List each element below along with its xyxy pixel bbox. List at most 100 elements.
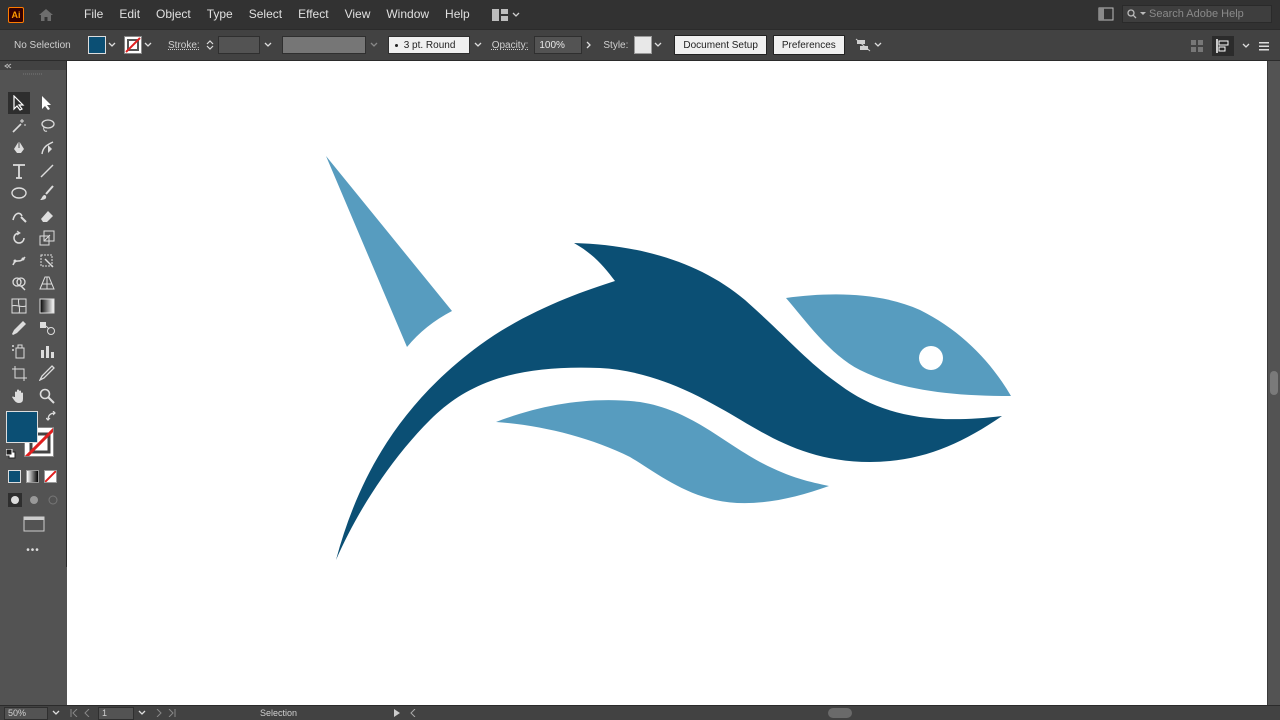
menu-edit[interactable]: Edit	[111, 0, 148, 29]
home-icon[interactable]	[36, 5, 56, 25]
artboard-canvas[interactable]	[67, 61, 1267, 705]
previous-artboard-icon[interactable]	[84, 709, 90, 717]
artboard-tool-button[interactable]	[8, 362, 30, 384]
preferences-button[interactable]: Preferences	[772, 35, 845, 55]
lasso-tool-button[interactable]	[36, 115, 58, 137]
opacity-label[interactable]: Opacity:	[492, 40, 529, 51]
mesh-tool-button[interactable]	[8, 295, 30, 317]
fish-body-shape[interactable]	[336, 243, 1002, 560]
draw-behind-icon[interactable]	[27, 493, 41, 507]
chevron-down-icon	[108, 42, 116, 47]
curvature-tool-button[interactable]	[36, 137, 58, 159]
column-graph-tool-button[interactable]	[36, 340, 58, 362]
stroke-weight-stepper[interactable]	[206, 35, 216, 55]
dorsal-fin-shape[interactable]	[326, 156, 452, 347]
menu-window[interactable]: Window	[378, 0, 437, 29]
shape-builder-tool-button[interactable]	[8, 272, 30, 294]
workspace-switcher-button[interactable]	[491, 8, 520, 21]
menu-view[interactable]: View	[337, 0, 379, 29]
blend-tool-button[interactable]	[36, 317, 58, 339]
pen-tool-button[interactable]	[8, 137, 30, 159]
variable-width-profile[interactable]	[281, 36, 366, 54]
scroll-left-icon[interactable]	[410, 709, 416, 717]
artboard-number-field[interactable]: 1	[98, 706, 134, 720]
status-menu-arrow-icon[interactable]	[394, 709, 400, 717]
draw-normal-icon[interactable]	[8, 493, 22, 507]
symbol-sprayer-tool-button[interactable]	[8, 340, 30, 362]
chevron-down-icon[interactable]	[138, 710, 146, 716]
screen-mode-icon[interactable]	[23, 516, 45, 532]
gradient-mode-icon[interactable]	[26, 470, 39, 483]
scrollbar-thumb[interactable]	[1270, 371, 1278, 395]
align-panel-button[interactable]	[1212, 36, 1234, 56]
brush-definition-field[interactable]: 3 pt. Round	[387, 36, 470, 54]
graphic-style-swatch[interactable]	[634, 36, 653, 54]
fill-swatch[interactable]	[88, 36, 106, 54]
opacity-input[interactable]: 100%	[534, 36, 583, 54]
opacity-expand-button[interactable]	[583, 36, 595, 54]
slice-tool-button[interactable]	[36, 362, 58, 384]
line-segment-tool-button[interactable]	[36, 160, 58, 182]
fish-logo-artwork[interactable]	[67, 61, 1267, 705]
zoom-field[interactable]: 50%	[4, 706, 48, 720]
align-to-button[interactable]	[855, 38, 882, 52]
eraser-tool-button[interactable]	[36, 205, 58, 227]
profile-dropdown-button[interactable]	[368, 36, 380, 54]
stroke-dropdown-button[interactable]	[142, 36, 154, 54]
menu-type[interactable]: Type	[199, 0, 241, 29]
zoom-tool-button[interactable]	[36, 385, 58, 407]
edit-toolbar-button[interactable]: •••	[0, 545, 66, 556]
menu-file[interactable]: File	[76, 0, 111, 29]
panel-grip[interactable]	[0, 70, 66, 78]
fill-box[interactable]	[6, 411, 38, 443]
brush-dropdown-button[interactable]	[472, 36, 484, 54]
default-fill-stroke-icon[interactable]	[6, 449, 16, 459]
chevron-down-icon	[370, 42, 378, 47]
stroke-swatch[interactable]	[124, 36, 142, 54]
none-mode-icon[interactable]	[44, 470, 57, 483]
scale-tool-button[interactable]	[36, 227, 58, 249]
search-input[interactable]: Search Adobe Help	[1122, 5, 1272, 23]
fish-eye-shape[interactable]	[919, 346, 943, 370]
next-artboard-icon[interactable]	[156, 709, 162, 717]
menu-help[interactable]: Help	[437, 0, 478, 29]
stroke-label[interactable]: Stroke:	[168, 40, 200, 51]
menu-object[interactable]: Object	[148, 0, 199, 29]
menu-select[interactable]: Select	[241, 0, 290, 29]
color-mode-icon[interactable]	[8, 470, 21, 483]
gradient-tool-button[interactable]	[36, 295, 58, 317]
chevron-down-icon	[264, 42, 272, 47]
stroke-weight-input[interactable]	[217, 36, 260, 54]
direct-selection-tool-button[interactable]	[36, 92, 58, 114]
shaper-tool-button[interactable]	[8, 205, 30, 227]
rotate-tool-button[interactable]	[8, 227, 30, 249]
chevron-down-icon[interactable]	[1242, 43, 1250, 49]
menu-effect[interactable]: Effect	[290, 0, 336, 29]
type-tool-button[interactable]	[8, 160, 30, 182]
transform-icon[interactable]	[1190, 39, 1204, 53]
eyedropper-tool-button[interactable]	[8, 317, 30, 339]
panel-menu-icon[interactable]	[1258, 40, 1270, 52]
last-artboard-icon[interactable]	[168, 709, 176, 717]
stroke-weight-dropdown-button[interactable]	[262, 36, 274, 54]
paintbrush-tool-button[interactable]	[36, 182, 58, 204]
puppet-warp-tool-button[interactable]	[8, 250, 30, 272]
swap-fill-stroke-icon[interactable]	[46, 411, 58, 423]
tools-panel-header[interactable]	[0, 61, 66, 70]
selection-tool-button[interactable]	[8, 92, 30, 114]
first-artboard-icon[interactable]	[70, 709, 78, 717]
vertical-scrollbar[interactable]	[1267, 61, 1280, 705]
fill-dropdown-button[interactable]	[106, 36, 118, 54]
ellipse-tool-button[interactable]	[8, 182, 30, 204]
magic-wand-tool-button[interactable]	[8, 115, 30, 137]
shape-builder-tool-icon	[12, 277, 26, 291]
perspective-grid-tool-button[interactable]	[36, 272, 58, 294]
draw-inside-icon[interactable]	[46, 493, 60, 507]
horizontal-scrollbar-thumb[interactable]	[828, 708, 852, 718]
document-setup-button[interactable]: Document Setup	[674, 35, 767, 55]
chevron-down-icon[interactable]	[52, 710, 60, 716]
hand-tool-button[interactable]	[8, 385, 30, 407]
arrange-documents-icon[interactable]	[1098, 7, 1114, 21]
free-transform-tool-button[interactable]	[36, 250, 58, 272]
style-dropdown-button[interactable]	[652, 36, 664, 54]
